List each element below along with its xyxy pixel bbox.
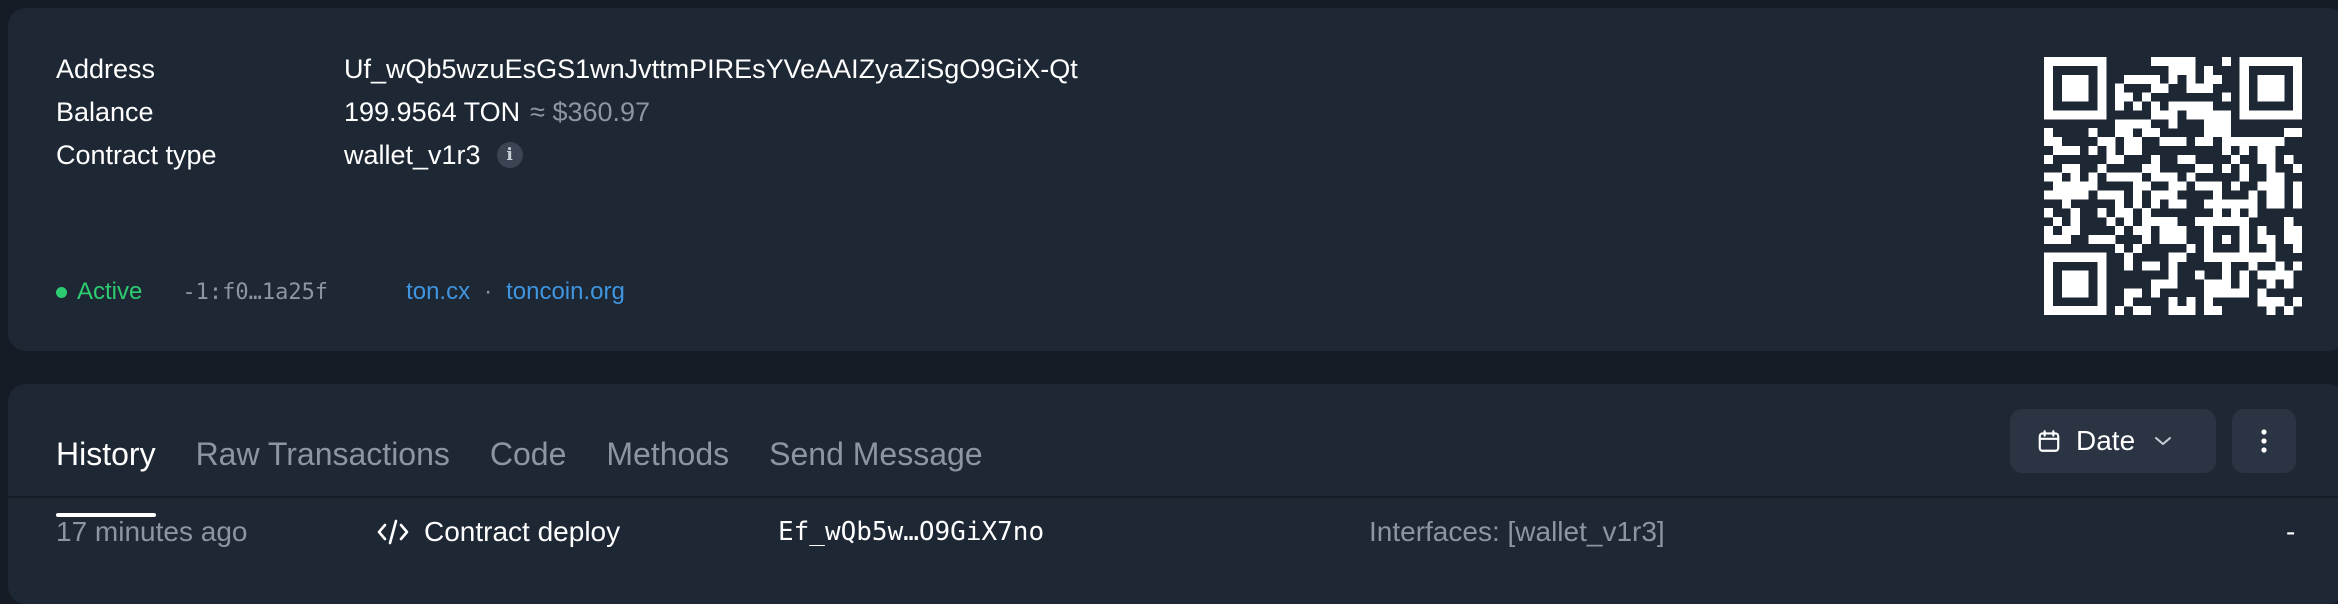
address-value[interactable]: Uf_wQb5wzuEsGS1wnJvttmPIREsYVeAAIZyaZiSg… <box>344 54 1078 85</box>
chevron-down-icon <box>2155 437 2172 445</box>
tab-divider <box>8 496 2338 498</box>
code-icon <box>377 519 409 545</box>
table-row[interactable]: 17 minutes ago Contract deploy Ef_wQb5w…… <box>8 512 2328 552</box>
status-dot-icon <box>56 286 67 298</box>
tab-raw-transactions[interactable]: Raw Transactions <box>196 420 450 476</box>
kebab-menu-icon <box>2261 429 2267 453</box>
tab-code[interactable]: Code <box>490 420 567 476</box>
link-ton-cx[interactable]: ton.cx <box>406 278 470 306</box>
info-icon[interactable]: i <box>496 142 523 168</box>
qr-code-icon[interactable] <box>2044 57 2302 315</box>
workchain-address[interactable]: -1:f0…1a25f <box>182 280 328 305</box>
history-card: History Raw Transactions Code Methods Se… <box>8 384 2338 604</box>
more-options-button[interactable] <box>2232 409 2296 473</box>
tx-time: 17 minutes ago <box>56 516 248 547</box>
tx-type: Contract deploy <box>376 512 620 552</box>
balance-label: Balance <box>56 96 154 127</box>
tx-address[interactable]: Ef_wQb5w…O9GiX7no <box>778 512 1044 552</box>
tab-bar: History Raw Transactions Code Methods Se… <box>56 420 1023 517</box>
contract-type-value: wallet_v1r3 <box>344 139 481 170</box>
link-separator: · <box>484 278 493 305</box>
balance-row: Balance 199.9564 TON ≈ $360.97 <box>56 92 650 132</box>
tx-type-label: Contract deploy <box>424 516 621 547</box>
calendar-icon <box>2038 430 2060 452</box>
date-filter-button[interactable]: Date <box>2010 409 2216 473</box>
date-filter-label: Date <box>2076 425 2136 456</box>
tx-interfaces: Interfaces: [wallet_v1r3] <box>1369 516 1665 547</box>
status-badge: Active <box>77 278 143 305</box>
contract-type-row: Contract type wallet_v1r3 i <box>56 135 523 175</box>
contract-type-label: Contract type <box>56 139 217 170</box>
address-row: Address Uf_wQb5wzuEsGS1wnJvttmPIREsYVeAA… <box>56 49 1078 89</box>
tab-history[interactable]: History <box>56 420 156 517</box>
balance-fiat: ≈ $360.97 <box>530 96 651 127</box>
tx-amount: - <box>2286 516 2296 547</box>
balance-value: 199.9564 TON <box>344 96 521 127</box>
account-info-card: Address Uf_wQb5wzuEsGS1wnJvttmPIREsYVeAA… <box>8 8 2338 351</box>
address-label: Address <box>56 53 156 84</box>
tab-methods[interactable]: Methods <box>606 420 729 476</box>
tab-send-message[interactable]: Send Message <box>769 420 982 476</box>
link-toncoin-org[interactable]: toncoin.org <box>506 278 625 306</box>
status-row: Active -1:f0…1a25f ton.cx · toncoin.org <box>56 274 625 310</box>
external-links: ton.cx · toncoin.org <box>406 278 625 306</box>
